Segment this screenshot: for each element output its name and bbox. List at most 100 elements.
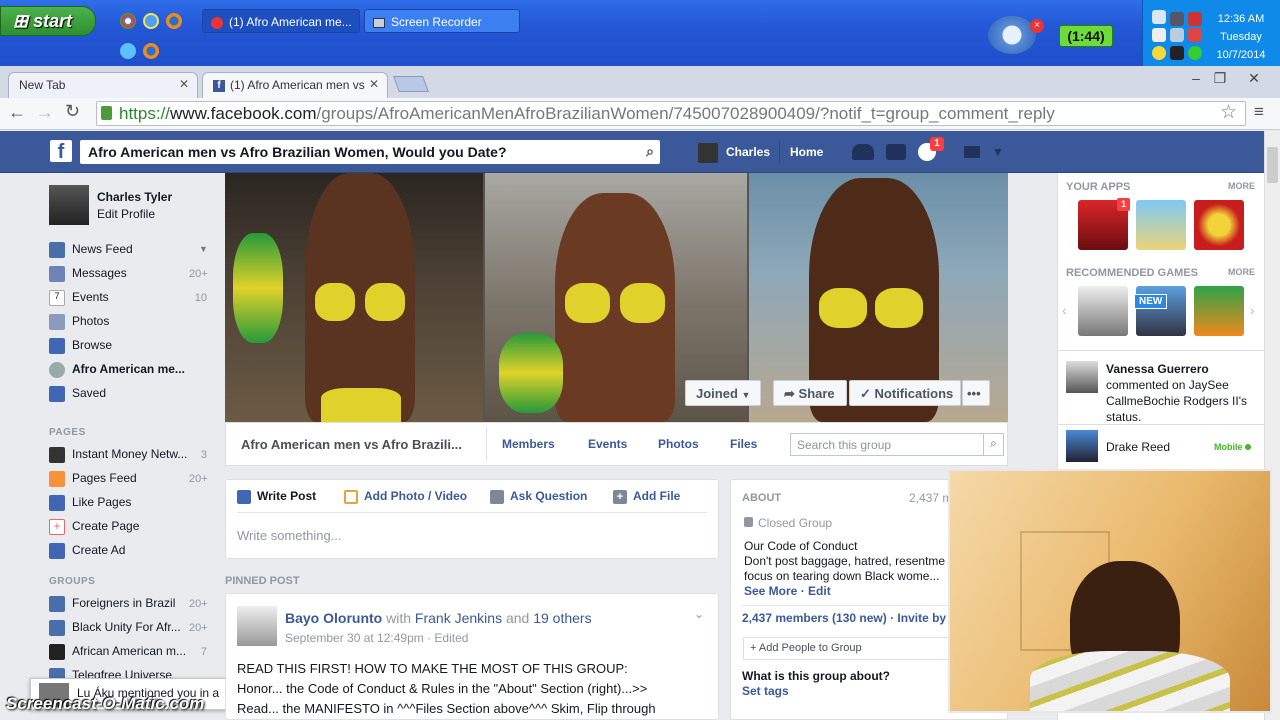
sidebar-item-photos[interactable]: Photos xyxy=(49,314,214,334)
sidebar-page-create-page[interactable]: + Create Page xyxy=(49,519,214,539)
search-icon[interactable]: ⌕ xyxy=(646,143,654,160)
tagged-link[interactable]: Frank Jenkins xyxy=(415,610,502,626)
popcorn-game-icon[interactable] xyxy=(1194,200,1244,250)
app-tray-icon[interactable] xyxy=(1170,46,1184,60)
clock[interactable]: 12:36 AM Tuesday 10/7/2014 xyxy=(1206,10,1276,64)
share-button[interactable]: ➦ Share xyxy=(773,380,847,406)
task-chrome[interactable]: (1) Afro American me... xyxy=(202,9,360,33)
new-tab-button[interactable] xyxy=(393,76,429,92)
sidebar-item-browse[interactable]: Browse xyxy=(49,338,214,358)
friend-requests-icon[interactable] xyxy=(852,144,874,160)
settings-chevron-icon[interactable]: ▼ xyxy=(992,145,1004,159)
profile-name[interactable]: Charles Tyler xyxy=(97,190,172,204)
author-link[interactable]: Bayo Olorunto xyxy=(285,610,382,626)
firefox-icon[interactable] xyxy=(166,13,182,29)
sidebar-item-news-feed[interactable]: News Feed ▼ xyxy=(49,242,214,262)
sidebar-page-create-ad[interactable]: Create Ad xyxy=(49,543,214,563)
chevron-right-icon[interactable]: › xyxy=(1250,302,1255,318)
games-more-link[interactable]: MORE xyxy=(1228,267,1255,277)
close-tab-icon[interactable]: ✕ xyxy=(179,77,189,91)
post-options-chevron-icon[interactable]: ⌄ xyxy=(694,607,704,621)
url-bar[interactable]: https://www.facebook.com/groups/AfroAmer… xyxy=(96,101,1246,126)
ie-icon[interactable] xyxy=(143,13,159,29)
display-icon[interactable] xyxy=(1170,28,1184,42)
joined-button[interactable]: Joined ▼ xyxy=(685,380,761,406)
help-icon[interactable] xyxy=(1152,46,1166,60)
sidebar-item-events[interactable]: 7 Events 10 xyxy=(49,290,214,310)
sidebar-page-instant-money[interactable]: Instant Money Netw... 3 xyxy=(49,447,214,467)
add-photo-tab[interactable]: Add Photo / Video xyxy=(344,489,467,504)
chat-contact-name[interactable]: Drake Reed xyxy=(1106,440,1170,454)
recorder-widget-icon[interactable] xyxy=(988,16,1036,54)
profile-link[interactable]: Charles xyxy=(726,145,770,159)
add-people-input[interactable]: + Add People to Group xyxy=(743,637,953,660)
sidebar-group-foreigners[interactable]: Foreigners in Brazil 20+ xyxy=(49,596,214,616)
set-tags-link[interactable]: Set tags xyxy=(742,684,789,698)
privacy-shortcuts-icon[interactable] xyxy=(964,146,980,158)
forward-icon[interactable]: → xyxy=(36,102,54,123)
guns-game-icon[interactable] xyxy=(1078,286,1128,336)
add-file-tab[interactable]: + Add File xyxy=(613,489,680,504)
group-name[interactable]: Afro American men vs Afro Brazili... xyxy=(241,437,462,452)
members-line[interactable]: 2,437 members (130 new) · Invite by xyxy=(742,611,946,625)
chevron-left-icon[interactable]: ‹ xyxy=(1062,302,1067,318)
firefox-small-icon[interactable] xyxy=(143,43,159,59)
minimize-icon[interactable]: – xyxy=(1184,70,1208,88)
close-tab-icon[interactable]: ✕ xyxy=(366,77,379,91)
millionaire-city-icon[interactable] xyxy=(1136,200,1186,250)
edit-profile-link[interactable]: Edit Profile xyxy=(97,207,155,221)
reload-icon[interactable]: ↻ xyxy=(65,101,80,122)
ticker-story[interactable]: Vanessa Guerrero commented on JaySee Cal… xyxy=(1106,361,1256,425)
profile-picture[interactable] xyxy=(49,185,89,225)
author-avatar[interactable] xyxy=(237,606,277,646)
recorder-close-icon[interactable]: × xyxy=(1030,19,1044,33)
post-input[interactable]: Write something... xyxy=(237,528,707,543)
avatar[interactable] xyxy=(1066,430,1098,462)
post-timestamp[interactable]: September 30 at 12:49pm · Edited xyxy=(285,631,468,645)
sidebar-item-messages[interactable]: Messages 20+ xyxy=(49,266,214,286)
tab-members[interactable]: Members xyxy=(502,437,555,451)
maximize-icon[interactable]: ❐ xyxy=(1208,70,1232,88)
tab-facebook[interactable]: f (1) Afro American men vs Af ✕ xyxy=(202,72,388,98)
back-icon[interactable]: ← xyxy=(8,102,26,123)
aquantika-game-icon[interactable] xyxy=(1194,286,1244,336)
bookmark-star-icon[interactable]: ☆ xyxy=(1220,101,1237,124)
sidebar-page-like-pages[interactable]: Like Pages xyxy=(49,495,214,515)
caret-down-icon[interactable]: ▼ xyxy=(199,244,208,254)
apps-more-link[interactable]: MORE xyxy=(1228,181,1255,191)
facebook-logo-icon[interactable]: f xyxy=(50,140,72,163)
window-close-icon[interactable]: ✕ xyxy=(1242,70,1266,88)
sidebar-page-pages-feed[interactable]: Pages Feed 20+ xyxy=(49,471,214,491)
volume-icon[interactable] xyxy=(1152,28,1166,42)
others-link[interactable]: 19 others xyxy=(533,610,591,626)
menu-icon[interactable]: ≡ xyxy=(1254,102,1264,122)
avatar[interactable] xyxy=(698,143,718,163)
more-options-icon[interactable]: ••• xyxy=(962,380,990,406)
tab-photos[interactable]: Photos xyxy=(658,437,699,451)
sidebar-group-black-unity[interactable]: Black Unity For Afr... 20+ xyxy=(49,620,214,640)
shield-icon[interactable] xyxy=(1188,12,1202,26)
tab-files[interactable]: Files xyxy=(730,437,757,451)
security-icon[interactable] xyxy=(1188,28,1202,42)
wifi-icon[interactable] xyxy=(1188,46,1202,60)
avatar[interactable] xyxy=(1066,361,1098,393)
info-icon[interactable] xyxy=(1170,12,1184,26)
write-post-tab[interactable]: Write Post xyxy=(237,489,316,504)
tab-new-tab[interactable]: New Tab ✕ xyxy=(8,72,198,98)
network-icon[interactable] xyxy=(1152,10,1166,24)
edit-link[interactable]: Edit xyxy=(808,584,831,598)
chrome-icon[interactable] xyxy=(120,13,136,29)
sidebar-group-african-american[interactable]: African American m... 7 xyxy=(49,644,214,664)
group-search-input[interactable]: Search this group ⌕ xyxy=(790,433,1004,456)
start-button[interactable]: ⊞ start xyxy=(0,6,96,36)
sidebar-item-current-group[interactable]: Afro American me... xyxy=(49,362,214,382)
notifications-button[interactable]: ✓ Notifications xyxy=(849,380,961,406)
task-screen-recorder[interactable]: Screen Recorder xyxy=(364,9,520,33)
facebook-search-input[interactable]: Afro American men vs Afro Brazilian Wome… xyxy=(80,140,660,164)
tab-events[interactable]: Events xyxy=(588,437,627,451)
messages-icon[interactable] xyxy=(886,144,906,160)
search-icon[interactable]: ⌕ xyxy=(983,434,1003,455)
sidebar-item-saved[interactable]: Saved xyxy=(49,386,214,406)
home-link[interactable]: Home xyxy=(790,145,823,159)
desktop-icon[interactable] xyxy=(120,43,136,59)
